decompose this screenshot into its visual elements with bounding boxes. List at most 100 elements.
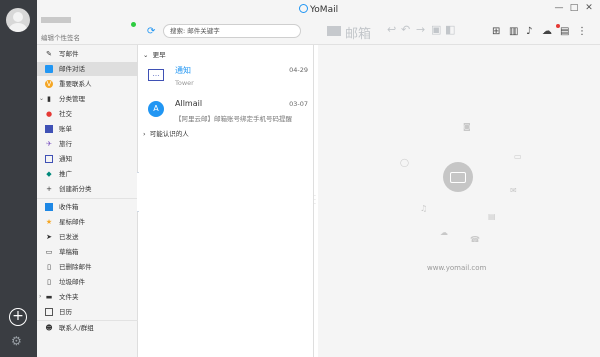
vip-icon: V: [45, 80, 53, 88]
add-account-button[interactable]: +: [9, 308, 27, 326]
refresh-icon[interactable]: ⟳: [147, 26, 155, 37]
draft-icon: ▭: [45, 248, 53, 256]
compose-label: 写邮件: [59, 50, 79, 58]
yomail-logo-icon: [299, 4, 308, 13]
delete-icon[interactable]: ▣: [431, 24, 441, 36]
mail-icon: ✉: [510, 186, 517, 195]
contacts-item[interactable]: ☻ 联系人/群组: [37, 321, 138, 335]
folder-icon: ▬: [45, 293, 53, 301]
signature-field[interactable]: 编辑个性签名: [41, 32, 80, 42]
avatar[interactable]: [6, 8, 30, 32]
category-item[interactable]: 账单: [37, 122, 138, 136]
star-icon: ★: [45, 218, 53, 226]
divider: [37, 198, 138, 199]
category-item[interactable]: ✈ 旅行: [37, 137, 138, 151]
airplane-icon: ✈: [46, 140, 52, 148]
list-item[interactable]: … 通知 04-29 Tower: [139, 59, 314, 93]
folder-label: 草稿箱: [59, 248, 79, 256]
notification-bell-icon[interactable]: ♪: [526, 26, 532, 37]
folder-item[interactable]: ➤ 已发送: [37, 230, 138, 244]
message-icon: ▭: [514, 152, 522, 161]
close-button[interactable]: ✕: [583, 3, 595, 13]
reply-icon[interactable]: ↩: [387, 24, 396, 36]
document-icon: ▤: [488, 212, 496, 221]
conversations-item[interactable]: 邮件对话: [37, 62, 138, 76]
settings-icon[interactable]: ⚙: [11, 334, 22, 348]
sender: Allmail: [175, 99, 203, 108]
category-label: 通知: [59, 155, 72, 163]
group-header-recent[interactable]: ⌄ 更早: [143, 49, 166, 59]
stats-icon[interactable]: ▥: [509, 26, 518, 37]
message-list: ⌄ 更早 … 通知 04-29 Tower A Allmail 03-07 【阿…: [139, 45, 314, 357]
folder-label: 星标邮件: [59, 218, 85, 226]
folder-label: 已删除邮件: [59, 263, 92, 271]
message-icon: …: [148, 69, 164, 81]
category-label: 账单: [59, 125, 72, 133]
cloud-icon: ☁: [440, 228, 448, 237]
notes-icon[interactable]: ▤: [560, 26, 569, 37]
folder-item[interactable]: ★ 星标邮件: [37, 215, 138, 229]
folder-item[interactable]: ▭ 草稿箱: [37, 245, 138, 259]
phone-icon: ☎: [470, 235, 480, 244]
calendar-icon: [45, 308, 53, 316]
calendar-item[interactable]: 日历: [37, 305, 138, 319]
forward-icon[interactable]: →: [416, 24, 425, 36]
preview-pane: [318, 45, 600, 357]
mail-icon: [327, 26, 341, 36]
plus-icon: +: [46, 185, 52, 193]
chevron-right-icon: ›: [39, 293, 42, 300]
important-contacts-item[interactable]: V 重要联系人: [37, 77, 138, 91]
chevron-down-icon: ⌄: [39, 95, 45, 102]
tag-icon[interactable]: ◧: [445, 24, 455, 36]
category-manage-label: 分类管理: [59, 95, 85, 103]
message-date: 04-29: [289, 66, 308, 74]
folder-label: 收件箱: [59, 203, 79, 211]
compose-item[interactable]: ✎ 写邮件: [37, 47, 138, 61]
avatar: A: [148, 101, 164, 117]
apps-grid-icon[interactable]: ⊞: [492, 26, 500, 37]
folder-sidebar: ✎ 写邮件 邮件对话 V 重要联系人 ⌄ ▮ 分类管理 ● 社交 账单 ✈ 旅行 通知 ◆ 推…: [37, 45, 138, 357]
sender: 通知: [175, 66, 191, 75]
bell-icon: ♫: [420, 204, 428, 213]
new-category-label: 创建新分类: [59, 185, 92, 193]
folder-group-item[interactable]: › ▬ 文件夹: [37, 290, 138, 304]
message-icon: [45, 155, 53, 163]
new-category-item[interactable]: + 创建新分类: [37, 182, 138, 196]
folder-item[interactable]: ▯ 垃圾邮件: [37, 275, 138, 289]
header: YoMail — □ ✕ 编辑个性签名 ⟳ 搜索: 邮件关键字 邮箱 ↩ ↶ →…: [37, 0, 600, 45]
footer-url[interactable]: www.yomail.com: [427, 264, 486, 272]
reply-all-icon[interactable]: ↶: [401, 24, 410, 36]
minimize-button[interactable]: —: [553, 3, 565, 13]
list-item[interactable]: A Allmail 03-07 【阿里云邮】邮箱账号绑定手机号码提醒: [139, 93, 314, 127]
folder-item[interactable]: ▯ 已删除邮件: [37, 260, 138, 274]
calendar-label: 日历: [59, 308, 72, 316]
online-status-icon: [131, 22, 136, 27]
folder-item[interactable]: 收件箱: [37, 200, 138, 214]
user-name: [41, 17, 71, 23]
maximize-button[interactable]: □: [568, 3, 580, 13]
search-input[interactable]: 搜索: 邮件关键字: [163, 24, 301, 38]
category-item[interactable]: ◆ 推广: [37, 167, 138, 181]
category-item[interactable]: 通知: [37, 152, 138, 166]
conversations-label: 邮件对话: [59, 65, 85, 73]
category-manage-item[interactable]: ⌄ ▮ 分类管理: [37, 92, 138, 106]
trash-icon: ▯: [47, 263, 51, 271]
inbox-icon: [45, 203, 53, 211]
group-header-unknown[interactable]: › 可能认识的人: [143, 128, 189, 138]
compose-icon: ✎: [46, 50, 52, 58]
left-rail: + ⚙: [0, 0, 37, 357]
category-item[interactable]: ● 社交: [37, 107, 138, 121]
more-icon[interactable]: ⋮: [577, 26, 587, 37]
camera-icon: ◙: [463, 122, 471, 131]
folder-group-label: 文件夹: [59, 293, 79, 301]
folder-label: 已发送: [59, 233, 79, 241]
app-title-text: YoMail: [310, 5, 339, 15]
folder-label: 垃圾邮件: [59, 278, 85, 286]
chat-bubble-icon: ◯: [400, 158, 409, 167]
message-date: 03-07: [289, 100, 308, 108]
category-label: 推广: [59, 170, 72, 178]
chat-icon: [45, 65, 53, 73]
cloud-icon[interactable]: ☁: [542, 26, 552, 37]
contacts-icon: ☻: [45, 324, 53, 332]
bill-icon: [45, 125, 53, 133]
